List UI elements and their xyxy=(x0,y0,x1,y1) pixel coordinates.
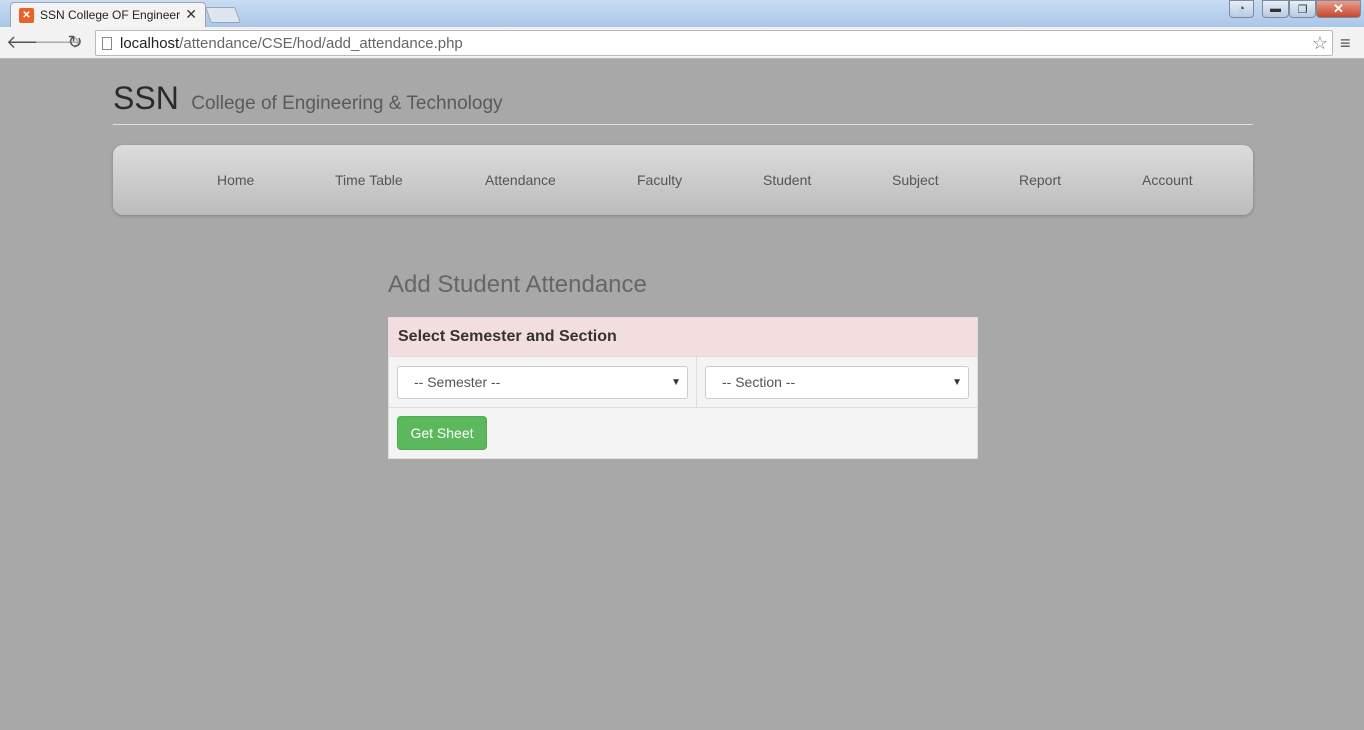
nav-item-faculty[interactable]: Faculty xyxy=(637,172,682,188)
nav-item-report[interactable]: Report xyxy=(1019,172,1061,188)
section-select[interactable]: -- Section -- ▼ xyxy=(705,366,969,399)
nav-item-account[interactable]: Account xyxy=(1142,172,1193,188)
new-tab-button[interactable] xyxy=(205,7,241,23)
page-icon xyxy=(102,36,112,50)
bookmark-star-icon[interactable]: ☆ xyxy=(1312,33,1328,54)
page-content: SSN College of Engineering & Technology … xyxy=(0,60,1364,730)
select-row: -- Semester -- ▼ -- Section -- ▼ xyxy=(389,357,977,408)
brand-name: SSN xyxy=(113,80,179,116)
restore-icon[interactable]: ❐ xyxy=(1289,0,1316,18)
main-navbar: Home Time Table Attendance Faculty Stude… xyxy=(113,145,1253,215)
brand-subtitle: College of Engineering & Technology xyxy=(191,93,503,114)
forward-arrow-icon[interactable]: 🡒 xyxy=(34,32,82,53)
reload-icon[interactable]: ↻ xyxy=(64,32,86,53)
nav-item-home[interactable]: Home xyxy=(217,172,254,188)
xampp-icon: ✕ xyxy=(19,7,34,23)
semester-select[interactable]: -- Semester -- ▼ xyxy=(397,366,688,399)
section-select-value: -- Section -- xyxy=(722,374,796,390)
site-header: SSN College of Engineering & Technology xyxy=(113,80,1253,125)
tab-title: SSN College OF Engineeri xyxy=(40,8,180,22)
nav-item-subject[interactable]: Subject xyxy=(892,172,939,188)
semester-select-value: -- Semester -- xyxy=(414,374,501,390)
nav-item-time-table[interactable]: Time Table xyxy=(335,172,403,188)
browser-toolbar: 🡐 🡒 ↻ localhost/attendance/CSE/hod/add_a… xyxy=(0,27,1364,59)
minimize-icon[interactable]: ▬ xyxy=(1262,0,1289,18)
get-sheet-button[interactable]: Get Sheet xyxy=(397,416,487,450)
url-host: localhost xyxy=(120,34,180,52)
back-arrow-icon[interactable]: 🡐 xyxy=(6,32,54,53)
nav-item-attendance[interactable]: Attendance xyxy=(485,172,556,188)
nav-item-student[interactable]: Student xyxy=(763,172,811,188)
panel-heading: Select Semester and Section xyxy=(389,318,977,357)
attendance-form-panel: Select Semester and Section -- Semester … xyxy=(388,317,978,459)
url-path: /attendance/CSE/hod/add_attendance.php xyxy=(179,34,463,52)
close-icon[interactable]: ✕ xyxy=(185,6,197,23)
address-bar[interactable]: localhost/attendance/CSE/hod/add_attenda… xyxy=(95,30,1333,56)
chevron-down-icon: ▼ xyxy=(671,377,681,388)
menu-icon[interactable]: ≡ xyxy=(1340,33,1351,54)
window-close-icon[interactable]: ✕ xyxy=(1316,0,1361,18)
url-text: localhost/attendance/CSE/hod/add_attenda… xyxy=(120,35,463,52)
browser-titlebar: ✕ SSN College OF Engineeri ✕ ◔ ▬ ❐ ✕ xyxy=(0,0,1364,27)
browser-tab[interactable]: ✕ SSN College OF Engineeri ✕ xyxy=(10,2,206,27)
user-icon[interactable]: ◔ xyxy=(1229,0,1254,18)
column-divider xyxy=(696,357,697,407)
button-row: Get Sheet xyxy=(389,408,977,458)
page-title: Add Student Attendance xyxy=(388,271,647,298)
chevron-down-icon: ▼ xyxy=(952,377,962,388)
